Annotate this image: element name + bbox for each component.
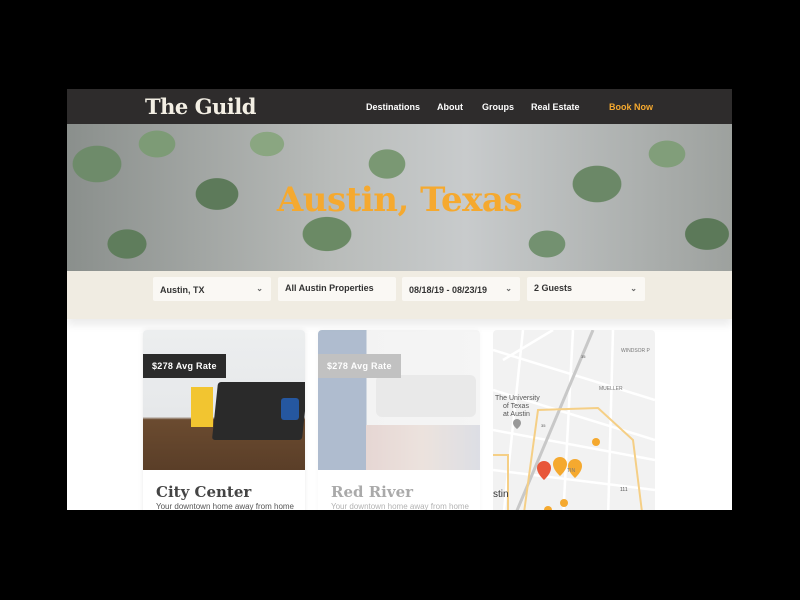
avg-rate-badge: $278 Avg Rate [318,354,401,378]
map-dot[interactable] [544,506,552,510]
card-subtitle: Your downtown home away from home [156,502,294,510]
chevron-down-icon: ⌄ [505,284,512,293]
sofa-image [376,375,476,417]
mug-image [281,398,299,420]
book-now-button[interactable]: Book Now [609,102,653,112]
nav-destinations[interactable]: Destinations [366,102,420,112]
location-select[interactable]: Austin, TX ⌄ [153,277,271,301]
map-dot[interactable] [592,438,600,446]
hero-title: Austin, Texas [276,180,523,220]
nav-about[interactable]: About [437,102,463,112]
date-range-select[interactable]: 08/18/19 - 08/23/19 ⌄ [402,277,520,301]
highway-shield: 35 [541,423,546,428]
card-title: City Center [156,483,252,501]
card-title: Red River [331,483,414,501]
hero-banner: Austin, Texas [67,124,732,271]
guests-select[interactable]: 2 Guests ⌄ [527,277,645,301]
card-subtitle: Your downtown home away from home [331,502,469,510]
map-label: stin [493,489,509,500]
highway-shield: 35 [581,354,586,359]
map[interactable]: WINDSOR P MUELLER The University of Texa… [493,330,655,510]
university-pin-icon [513,419,521,429]
property-select[interactable]: All Austin Properties [278,277,396,301]
page: The Guild Destinations About Groups Real… [67,89,732,510]
map-canvas[interactable]: WINDSOR P MUELLER The University of Texa… [493,330,655,510]
property-card-city-center[interactable]: $278 Avg Rate City Center Your downtown … [143,330,305,510]
location-value: Austin, TX [160,285,205,295]
date-range-value: 08/18/19 - 08/23/19 [409,285,488,295]
property-photo [318,330,480,470]
guests-value: 2 Guests [534,283,573,293]
property-photo [143,330,305,470]
logo[interactable]: The Guild [145,94,256,119]
map-label: TIN [567,468,575,474]
map-label: The University [495,395,540,402]
map-label: of Texas [503,403,529,410]
vase-image [191,387,213,427]
map-label: at Austin [503,411,530,418]
rug-image [366,425,480,470]
top-nav: The Guild Destinations About Groups Real… [67,89,732,124]
nav-real-estate[interactable]: Real Estate [531,102,580,112]
nav-groups[interactable]: Groups [482,102,514,112]
avg-rate-badge: $278 Avg Rate [143,354,226,378]
map-label: MUELLER [599,386,623,392]
highway-shield: 111 [620,487,628,493]
property-card-red-river[interactable]: $278 Avg Rate Red River Your downtown ho… [318,330,480,510]
map-dot[interactable] [560,499,568,507]
property-value: All Austin Properties [285,283,374,293]
chevron-down-icon: ⌄ [256,284,263,293]
chevron-down-icon: ⌄ [630,284,637,293]
search-filters: Austin, TX ⌄ All Austin Properties 08/18/… [67,271,732,319]
map-label: WINDSOR P [621,348,651,354]
